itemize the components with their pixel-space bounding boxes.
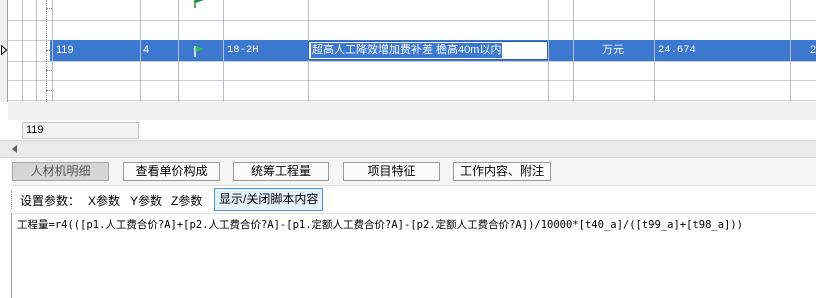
- cell-unit[interactable]: 万元: [602, 40, 624, 61]
- cell-code[interactable]: 18-2H: [227, 40, 259, 61]
- cell-id[interactable]: 119: [56, 40, 74, 61]
- detail-tab-bar: 人材机明细 查看单价构成 统筹工程量 项目特征 工作内容、附注: [0, 158, 816, 186]
- tab-labor-material-machine[interactable]: 人材机明细: [12, 162, 109, 181]
- row-divider: [8, 61, 816, 62]
- horizontal-scrollbar[interactable]: [0, 140, 816, 158]
- tree-branch: [46, 8, 52, 9]
- column-divider: [548, 0, 549, 102]
- tab-work-content-notes[interactable]: 工作内容、附注: [453, 162, 551, 181]
- tree-branch: [46, 70, 52, 71]
- script-editor[interactable]: 工程量=r4(([p1.人工费合价?A]+[p2.人工费合价?A]-[p1.定额…: [11, 213, 816, 298]
- green-flag-icon[interactable]: [193, 45, 205, 57]
- flag-icon: [194, 0, 204, 8]
- tab-planned-quantity[interactable]: 统筹工程量: [233, 162, 329, 181]
- name-edit-selection: 超高人工降效增加费补差 檐高40m以内: [311, 43, 503, 58]
- grid-blank-area: [8, 102, 816, 120]
- x-param-button[interactable]: X参数: [88, 192, 120, 209]
- column-divider: [36, 0, 37, 102]
- current-row-pointer-icon: [1, 45, 7, 55]
- z-param-button[interactable]: Z参数: [171, 192, 202, 209]
- column-divider: [140, 0, 141, 102]
- column-divider: [223, 0, 224, 102]
- quota-grid: 119 4 18-2H 超高人工降效增加费补差 檐高40m以内 万元 24.67…: [0, 0, 816, 102]
- parameter-toolbar: 设置参数： X参数 Y参数 Z参数 显示/关闭脚本内容: [11, 187, 816, 213]
- column-divider: [573, 0, 574, 102]
- name-edit-field[interactable]: 超高人工降效增加费补差 檐高40m以内: [308, 41, 548, 60]
- toolbar-separator: [11, 191, 12, 209]
- tree-branch: [46, 50, 52, 51]
- column-divider: [22, 0, 23, 102]
- row-divider: [8, 100, 816, 101]
- current-code-field[interactable]: 119: [22, 122, 139, 139]
- tab-unit-price-composition[interactable]: 查看单价构成: [123, 162, 220, 181]
- cell-quantity[interactable]: 24.674: [658, 40, 696, 61]
- column-divider: [654, 0, 655, 102]
- column-divider: [790, 0, 791, 102]
- y-param-button[interactable]: Y参数: [130, 192, 162, 209]
- row-divider: [8, 20, 816, 21]
- set-params-label: 设置参数：: [20, 194, 81, 208]
- toggle-script-button[interactable]: 显示/关闭脚本内容: [214, 188, 324, 211]
- cell-level[interactable]: 4: [143, 40, 149, 61]
- left-margin: [0, 158, 11, 298]
- tree-line: [46, 0, 47, 102]
- scroll-left-arrow-icon[interactable]: [12, 145, 17, 153]
- quantity-formula[interactable]: 工程量=r4(([p1.人工费合价?A]+[p2.人工费合价?A]-[p1.定额…: [17, 217, 743, 232]
- cell-overflow[interactable]: 2: [810, 40, 816, 61]
- tree-branch: [46, 90, 52, 91]
- tab-project-features[interactable]: 项目特征: [343, 162, 440, 181]
- row-divider: [8, 80, 816, 81]
- column-divider: [178, 0, 179, 102]
- column-divider: [52, 0, 53, 102]
